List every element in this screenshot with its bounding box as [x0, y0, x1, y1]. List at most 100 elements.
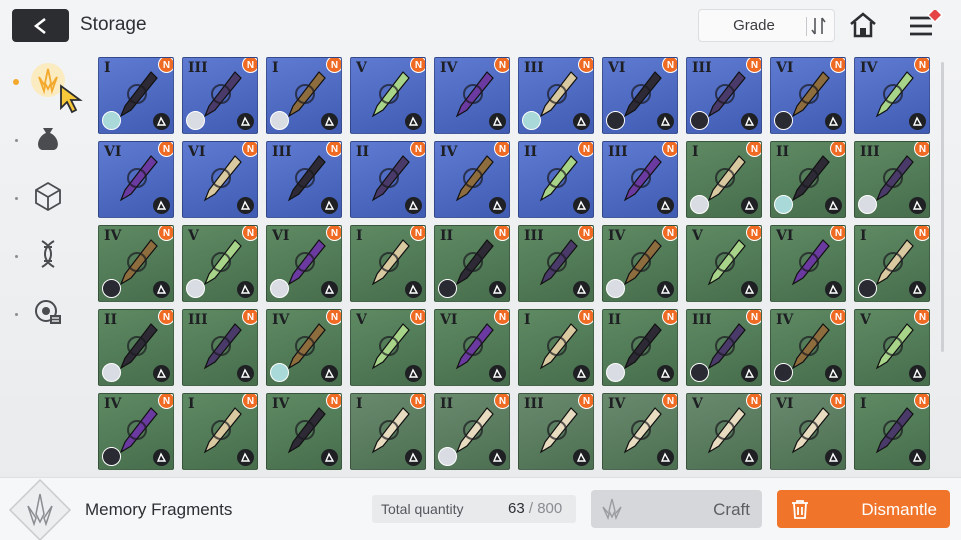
memory-fragment-card[interactable]: VN — [686, 393, 762, 470]
memory-fragment-card[interactable]: IN — [686, 141, 762, 218]
memory-fragment-card[interactable]: IN — [98, 57, 174, 134]
sidebar-tab-chip[interactable] — [24, 290, 72, 338]
memory-fragment-card[interactable]: IN — [854, 393, 930, 470]
memory-fragment-card[interactable]: IV N — [854, 57, 930, 134]
memory-fragment-card[interactable]: VI N — [434, 309, 510, 386]
memory-fragment-card[interactable]: IV N — [602, 225, 678, 302]
memory-fragment-card[interactable]: VI N — [266, 225, 342, 302]
memory-fragment-card[interactable]: IN — [182, 393, 258, 470]
element-type-icon — [153, 113, 170, 130]
fragment-artwork-icon — [279, 150, 331, 206]
memory-fragment-card[interactable]: IV N — [98, 393, 174, 470]
fragment-artwork-icon — [363, 234, 415, 290]
memory-fragment-card[interactable]: III N — [518, 225, 594, 302]
memory-fragment-card[interactable]: VN — [182, 225, 258, 302]
sort-order-icon[interactable] — [811, 15, 827, 37]
fragment-artwork-icon — [867, 66, 919, 122]
sidebar-indicator-dot — [15, 139, 18, 142]
character-avatar — [690, 195, 709, 214]
grade-numeral: I — [860, 396, 867, 412]
back-arrow-icon — [33, 17, 46, 34]
memory-fragment-card[interactable]: III N — [686, 57, 762, 134]
fragment-artwork-icon — [363, 150, 415, 206]
element-type-icon — [657, 113, 674, 130]
fragment-artwork-icon — [447, 66, 499, 122]
element-type-icon — [153, 281, 170, 298]
memory-fragment-card[interactable]: III N — [602, 141, 678, 218]
element-type-icon — [405, 281, 422, 298]
craft-button[interactable]: Craft — [591, 490, 762, 528]
fragment-artwork-icon — [867, 402, 919, 458]
element-type-icon — [405, 449, 422, 466]
sidebar-indicator-dot — [15, 255, 18, 258]
back-button[interactable] — [12, 9, 69, 42]
memory-fragment-card[interactable]: VN — [854, 309, 930, 386]
memory-fragment-card[interactable]: VI N — [602, 57, 678, 134]
character-avatar — [858, 195, 877, 214]
fragment-artwork-icon — [195, 150, 247, 206]
home-icon[interactable] — [848, 10, 878, 40]
quantity-separator: / — [524, 500, 538, 517]
memory-fragment-card[interactable]: II N — [434, 225, 510, 302]
memory-fragment-card[interactable]: II N — [434, 393, 510, 470]
memory-fragment-card[interactable]: II N — [602, 309, 678, 386]
element-type-icon — [657, 197, 674, 214]
memory-fragment-card[interactable]: III N — [182, 57, 258, 134]
sort-dropdown[interactable]: Grade — [698, 9, 835, 42]
element-type-icon — [657, 281, 674, 298]
memory-fragment-card[interactable]: IN — [854, 225, 930, 302]
character-avatar — [270, 111, 289, 130]
memory-fragment-card[interactable]: IV N — [770, 309, 846, 386]
memory-fragment-card[interactable]: II N — [770, 141, 846, 218]
memory-fragment-card[interactable]: IN — [518, 309, 594, 386]
sidebar-tab-pouch[interactable] — [24, 116, 72, 164]
memory-fragment-card[interactable]: II N — [98, 309, 174, 386]
element-type-icon — [405, 365, 422, 382]
element-type-icon — [909, 449, 926, 466]
top-bar: Storage Grade — [0, 0, 961, 52]
memory-fragment-card[interactable]: VN — [350, 309, 426, 386]
memory-fragment-card[interactable]: III N — [686, 309, 762, 386]
element-type-icon — [573, 113, 590, 130]
memory-fragment-card[interactable]: IV N — [98, 225, 174, 302]
storage-screen: Storage Grade I N III N I N V N IV N III N VI N III N VI… — [0, 0, 961, 540]
memory-fragment-card[interactable]: VI N — [770, 393, 846, 470]
memory-fragment-card[interactable]: IN — [266, 57, 342, 134]
fragment-artwork-icon — [783, 402, 835, 458]
memory-fragment-card[interactable]: II N — [518, 141, 594, 218]
memory-fragment-card[interactable]: VI N — [98, 141, 174, 218]
chip-icon — [32, 296, 64, 333]
memory-fragment-card[interactable]: II N — [350, 141, 426, 218]
grid-scrollbar[interactable] — [941, 62, 944, 352]
fragment-artwork-icon — [447, 150, 499, 206]
memory-fragment-card[interactable]: III N — [854, 141, 930, 218]
sort-label: Grade — [733, 17, 775, 34]
sidebar-tab-helix[interactable] — [24, 232, 72, 280]
memory-fragment-card[interactable]: VN — [686, 225, 762, 302]
element-type-icon — [741, 281, 758, 298]
memory-fragment-card[interactable]: VI N — [770, 57, 846, 134]
memory-fragment-card[interactable]: VN — [350, 57, 426, 134]
memory-fragment-card[interactable]: IV N — [602, 393, 678, 470]
element-type-icon — [237, 365, 254, 382]
memory-fragment-card[interactable]: III N — [518, 393, 594, 470]
quantity-max: 800 — [537, 500, 563, 517]
memory-fragment-card[interactable]: IV N — [266, 309, 342, 386]
memory-fragment-card[interactable]: III N — [182, 309, 258, 386]
fragment-artwork-icon — [363, 402, 415, 458]
menu-icon[interactable] — [906, 10, 946, 42]
grade-numeral: I — [356, 228, 363, 244]
sidebar-tab-cube[interactable] — [24, 174, 72, 222]
memory-fragment-card[interactable]: IN — [350, 225, 426, 302]
memory-fragment-card[interactable]: VI N — [770, 225, 846, 302]
memory-fragment-card[interactable]: III N — [266, 141, 342, 218]
fragment-artwork-icon — [615, 150, 667, 206]
memory-fragment-card[interactable]: VI N — [182, 141, 258, 218]
memory-fragment-card[interactable]: IV N — [434, 141, 510, 218]
element-type-icon — [153, 197, 170, 214]
dismantle-button[interactable]: Dismantle — [777, 490, 950, 528]
memory-fragment-card[interactable]: III N — [518, 57, 594, 134]
memory-fragment-card[interactable]: IN — [350, 393, 426, 470]
memory-fragment-card[interactable]: IV N — [266, 393, 342, 470]
memory-fragment-card[interactable]: IV N — [434, 57, 510, 134]
